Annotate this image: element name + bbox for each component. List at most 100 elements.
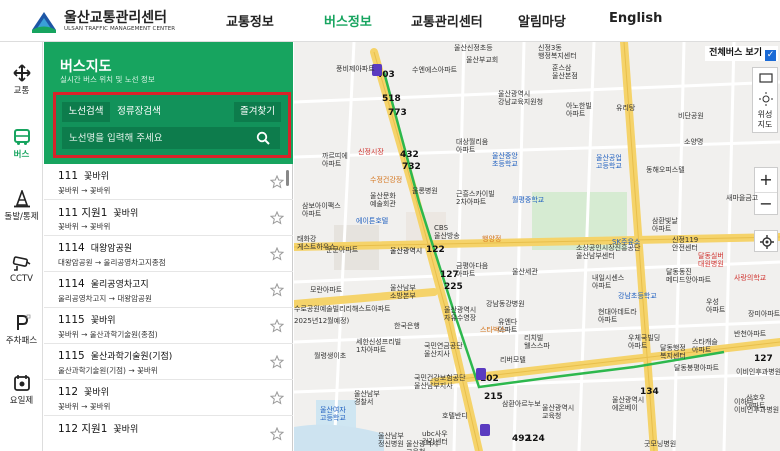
route-list-item[interactable]: 112 지원1 꽃바위 xyxy=(44,416,293,451)
panel-title: 버스지도 xyxy=(60,59,112,75)
tab-stop-search[interactable]: 정류장검색 xyxy=(110,102,168,122)
map-poi-label: 리버모텔 xyxy=(500,356,526,364)
route-search-box: 노선검색 정류장검색 즐겨찾기 xyxy=(53,92,291,158)
favorite-star-icon[interactable] xyxy=(270,283,284,297)
favorite-star-icon[interactable] xyxy=(270,247,284,261)
route-list-item[interactable]: 111 꽃바위꽃바위 → 꽃바위 xyxy=(44,164,293,200)
route-list-item[interactable]: 1115 꽃바위 꽃바위 → 울산과학기술원(종점) xyxy=(44,308,293,344)
bus-number-label[interactable]: 732 xyxy=(402,162,421,172)
search-icon[interactable] xyxy=(256,131,270,145)
route-number: 1115 xyxy=(58,350,85,362)
nav-notice[interactable]: 알림마당 xyxy=(518,11,566,30)
favorite-star-icon[interactable] xyxy=(270,355,284,369)
bus-map[interactable]: 전체버스 보기 ✓ 위성 지도 + − 403 518 773 432 732 122 127… xyxy=(294,42,780,451)
route-list-item[interactable]: 112 꽃바위 꽃바위 → 꽃바위 xyxy=(44,380,293,416)
map-poi-label: 신정시장 xyxy=(358,148,384,156)
zoom-in-button[interactable]: + xyxy=(755,168,777,192)
route-list-item[interactable]: 111 지원1 꽃바위 꽃바위 → 꽃바위 xyxy=(44,200,293,236)
bus-icon xyxy=(13,129,30,145)
sidebar-item-incident[interactable]: 돌발/통제 xyxy=(0,190,43,230)
sidebar-item-parking[interactable]: 주차패스 xyxy=(0,314,43,354)
map-poi-label: 울산광역시 교육청 xyxy=(542,404,575,420)
layers-icon[interactable] xyxy=(753,68,779,88)
route-search-input[interactable] xyxy=(62,127,280,149)
route-list-item[interactable]: 1115 울산과학기술원(기점) 울산과학기술원(기점) → 꽃바위 xyxy=(44,344,293,380)
bus-marker-icon[interactable] xyxy=(476,368,486,380)
bus-number-label[interactable]: 215 xyxy=(484,392,503,402)
route-list-item[interactable]: 1114 대왕암공원 대왕암공원 → 울리공영차고지종점 xyxy=(44,236,293,272)
route-list-item[interactable]: 1114 울리공영차고지 울리공영차고지 → 대왕암공원 xyxy=(44,272,293,308)
route-path: 꽃바위 → 꽃바위 xyxy=(58,186,111,195)
route-number: 111 지원1 xyxy=(58,207,108,219)
map-poi-label: 달동봉평아파트 xyxy=(674,364,720,372)
route-number: 112 xyxy=(58,386,79,398)
favorite-star-icon[interactable] xyxy=(270,391,284,405)
route-title: 1115 꽃바위 xyxy=(58,313,116,326)
route-path: 대왕암공원 → 울리공영차고지종점 xyxy=(58,258,166,267)
bus-number-label[interactable]: 127 xyxy=(754,354,773,364)
sidebar-item-bus[interactable]: 버스 xyxy=(0,128,43,168)
map-poi-label: 울산부교회 xyxy=(466,56,499,64)
sidebar-item-car-day[interactable]: 요일제 xyxy=(0,374,43,414)
route-title: 111 꽃바위 xyxy=(58,169,109,182)
route-stop: 꽃바위 xyxy=(84,172,109,182)
sidebar-item-cctv[interactable]: CCTV xyxy=(0,254,43,294)
favorites-button[interactable]: 즐겨찾기 xyxy=(234,102,281,122)
warning-cone-icon xyxy=(13,190,30,208)
route-stop: 울리공영차고지 xyxy=(90,280,149,290)
all-bus-toggle[interactable]: 전체버스 보기 ✓ xyxy=(705,46,778,61)
nav-traffic-center[interactable]: 교통관리센터 xyxy=(411,11,483,30)
map-poi-label: 울산세관 xyxy=(512,268,538,276)
route-stop: 울산과학기술원(기점) xyxy=(90,352,173,362)
map-poi-label: 달동실버 대원병원 xyxy=(698,252,724,268)
sidebar-label-parking: 주차패스 xyxy=(5,336,38,346)
favorite-star-icon[interactable] xyxy=(270,427,284,441)
map-poi-label: 울산남부 소방본부 xyxy=(390,284,416,300)
nav-bus-info[interactable]: 버스정보 xyxy=(324,11,372,30)
map-poi-label: 세한신성프리빌 1차아파트 xyxy=(356,338,402,354)
sun-icon[interactable] xyxy=(753,91,779,107)
bus-number-label[interactable]: 773 xyxy=(388,108,407,118)
map-poi-label: 장미아파트 xyxy=(748,310,780,318)
map-poi-label: 삼보아이팩스 아파트 xyxy=(302,202,341,218)
favorite-star-icon[interactable] xyxy=(270,211,284,225)
bus-marker-icon[interactable] xyxy=(480,424,490,436)
bus-number-label[interactable]: 518 xyxy=(382,94,401,104)
map-poi-label: 울산광역시 자유수영장 xyxy=(444,306,477,322)
map-poi-label: 비단공원 xyxy=(678,112,704,120)
route-number: 1114 xyxy=(58,242,85,254)
tab-route-search[interactable]: 노선검색 xyxy=(62,102,110,122)
map-poi-label: 소상공인시장진흥공단 울산남부센터 xyxy=(576,244,641,260)
map-poi-label: 달동행정 복지센터 xyxy=(660,344,686,360)
logo[interactable]: 울산교통관리센터 ULSAN TRAFFIC MANAGEMENT CENTER xyxy=(30,6,180,36)
map-poi-label: 우체국빌딩 아파트 xyxy=(628,334,661,350)
check-icon: ✓ xyxy=(765,50,776,61)
route-title: 112 꽃바위 xyxy=(58,385,109,398)
route-list-scrollbar[interactable] xyxy=(286,170,289,186)
map-poi-label: 강남동강병원 xyxy=(486,300,525,308)
parking-icon xyxy=(16,314,30,330)
map-poi-label: 울산공업 고등학교 xyxy=(596,154,622,170)
map-poi-label: 에이튼호텔 xyxy=(356,217,389,225)
sidebar-item-traffic[interactable]: 교통 xyxy=(0,64,43,104)
map-poi-label: 이비인후과병원 xyxy=(736,368,780,376)
nav-english[interactable]: English xyxy=(609,11,662,26)
crosshair-icon[interactable] xyxy=(755,231,779,253)
map-poi-label: 굿모닝병원 xyxy=(644,440,677,448)
map-poi-label: 훈스삼 울산본점 xyxy=(552,64,578,80)
map-poi-label: 울산남부 정신병원 xyxy=(378,432,404,448)
bus-number-label[interactable]: 225 xyxy=(444,282,463,292)
map-poi-label: 2025년12월예정) xyxy=(294,317,350,325)
map-poi-label: 울산광역시 강남교육지원청 xyxy=(498,90,544,106)
map-poi-label: 근흥스카이빌 2차아파트 xyxy=(456,190,495,206)
favorite-star-icon[interactable] xyxy=(270,175,284,189)
satellite-map-button[interactable]: 위성 지도 xyxy=(753,110,777,130)
map-poi-label: 아노한빌 아파트 xyxy=(566,102,592,118)
logo-title: 울산교통관리센터 xyxy=(64,10,168,26)
bus-number-label[interactable]: 492 xyxy=(512,434,531,444)
nav-traffic-info[interactable]: 교통정보 xyxy=(226,11,274,30)
bus-number-label[interactable]: 122 xyxy=(426,245,445,255)
bus-number-label[interactable]: 432 xyxy=(400,150,419,160)
favorite-star-icon[interactable] xyxy=(270,319,284,333)
zoom-out-button[interactable]: − xyxy=(755,192,777,216)
